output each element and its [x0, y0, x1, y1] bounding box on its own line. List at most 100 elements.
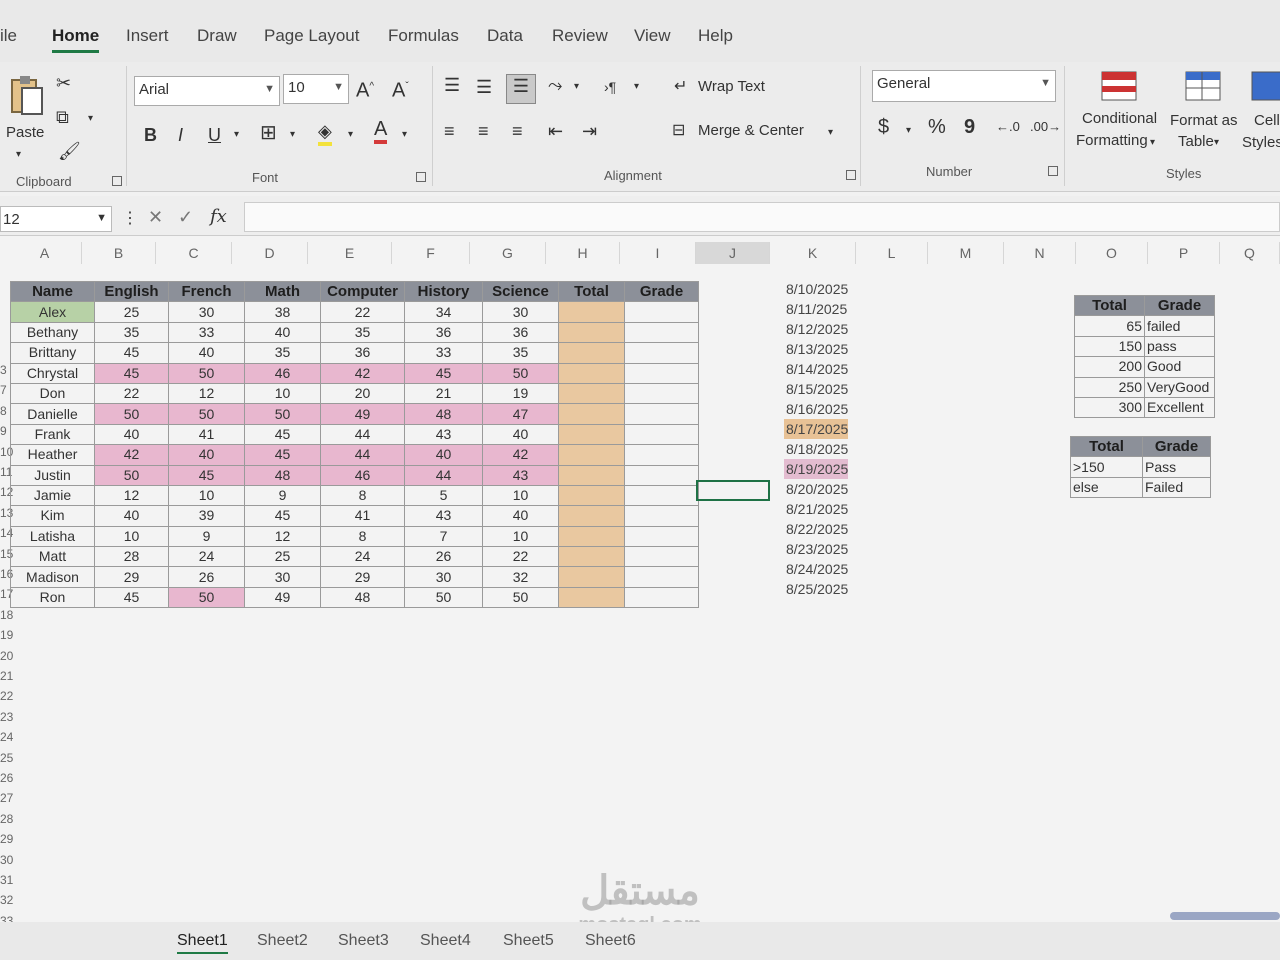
orientation-icon[interactable]: ⤳ — [548, 74, 562, 96]
font-color-icon[interactable]: A — [374, 118, 388, 144]
currency-button[interactable]: $ — [878, 116, 889, 138]
italic-button[interactable]: I — [178, 124, 183, 146]
table-cell[interactable]: 250 — [1074, 376, 1145, 398]
copy-dropdown-icon[interactable]: ▾ — [88, 108, 93, 130]
column-header-e[interactable]: E — [308, 242, 392, 264]
column-header-a[interactable]: A — [8, 242, 82, 264]
table-cell[interactable]: 50 — [94, 464, 169, 486]
table-cell[interactable]: Failed — [1142, 476, 1211, 499]
header-french[interactable]: French — [168, 280, 245, 303]
fill-color-icon[interactable]: ◈ — [318, 120, 332, 146]
table-cell[interactable]: 44 — [404, 464, 483, 486]
column-header-c[interactable]: C — [156, 242, 232, 264]
table-cell[interactable]: 33 — [404, 342, 483, 364]
table-cell[interactable]: 200 — [1074, 356, 1145, 378]
row-header[interactable]: 28 — [0, 809, 18, 829]
table-cell[interactable]: 40 — [482, 423, 559, 446]
table-cell[interactable]: 65 — [1074, 315, 1145, 337]
cancel-icon[interactable]: ✕ — [148, 206, 163, 228]
table-cell[interactable]: 40 — [94, 423, 169, 446]
student-name-cell[interactable]: Frank — [10, 423, 95, 446]
table-cell[interactable]: 45 — [94, 342, 169, 364]
table-cell[interactable] — [558, 464, 625, 486]
sheet-tab-3[interactable]: Sheet3 — [338, 932, 389, 950]
student-name-cell[interactable]: Matt — [10, 546, 95, 568]
table-cell[interactable]: 50 — [482, 362, 559, 384]
table-cell[interactable]: 21 — [404, 382, 483, 405]
decrease-indent-icon[interactable]: ⇤ — [548, 120, 563, 142]
table-cell[interactable]: 48 — [244, 464, 321, 486]
font-launcher-icon[interactable] — [416, 172, 426, 182]
row-header[interactable]: 21 — [0, 666, 18, 686]
table-cell[interactable]: 45 — [404, 362, 483, 384]
table-cell[interactable]: 35 — [244, 342, 321, 364]
table-cell[interactable]: 43 — [404, 423, 483, 446]
name-box[interactable]: 12 ▼ — [0, 206, 112, 232]
student-name-cell[interactable]: Heather — [10, 444, 95, 466]
table-cell[interactable] — [624, 362, 699, 384]
table-cell[interactable]: 41 — [320, 505, 405, 527]
table-cell[interactable]: 41 — [168, 423, 245, 446]
table-cell[interactable]: 25 — [94, 301, 169, 323]
conditional-formatting-label-2[interactable]: Formatting — [1076, 132, 1148, 149]
row-header[interactable]: 30 — [0, 850, 18, 870]
table-cell[interactable]: 40 — [244, 321, 321, 344]
table-cell[interactable]: 45 — [244, 444, 321, 466]
clipboard-launcher-icon[interactable] — [112, 176, 122, 186]
tab-draw[interactable]: Draw — [197, 26, 237, 46]
table-cell[interactable]: 45 — [94, 362, 169, 384]
column-header-d[interactable]: D — [232, 242, 308, 264]
table-cell[interactable]: 29 — [94, 566, 169, 588]
student-name-cell[interactable]: Justin — [10, 464, 95, 486]
table-cell[interactable]: 30 — [482, 301, 559, 323]
decrease-font-size-icon[interactable]: Aˇ — [392, 76, 409, 102]
fill-color-dropdown-icon[interactable]: ▾ — [348, 124, 353, 146]
merge-center-button[interactable]: Merge & Center — [698, 122, 804, 139]
table-cell[interactable]: 45 — [168, 464, 245, 486]
table-cell[interactable]: 7 — [404, 525, 483, 548]
underline-button[interactable]: U — [208, 124, 221, 146]
font-color-dropdown-icon[interactable]: ▾ — [402, 124, 407, 146]
header-science[interactable]: Science — [482, 280, 559, 303]
table-cell[interactable]: 33 — [168, 321, 245, 344]
table-cell[interactable]: 10 — [482, 525, 559, 548]
column-header-g[interactable]: G — [470, 242, 546, 264]
student-name-cell[interactable]: Bethany — [10, 321, 95, 344]
cut-icon[interactable]: ✂ — [56, 72, 71, 94]
table-cell[interactable] — [558, 362, 625, 384]
sheet-tab-5[interactable]: Sheet5 — [503, 932, 554, 950]
student-name-cell[interactable]: Don — [10, 382, 95, 405]
column-header-n[interactable]: N — [1004, 242, 1076, 264]
table-cell[interactable]: 42 — [320, 362, 405, 384]
header-grade[interactable]: Grade — [624, 280, 699, 303]
date-cell[interactable]: 8/20/2025 — [784, 479, 848, 499]
table-cell[interactable]: 8 — [320, 525, 405, 548]
table-cell[interactable]: 9 — [244, 484, 321, 507]
table-cell[interactable] — [624, 301, 699, 323]
column-header-q[interactable]: Q — [1220, 242, 1280, 264]
column-header-o[interactable]: O — [1076, 242, 1148, 264]
table-cell[interactable]: 9 — [168, 525, 245, 548]
table-cell[interactable]: 12 — [168, 382, 245, 405]
row-header[interactable]: 23 — [0, 707, 18, 727]
table-cell[interactable]: 10 — [168, 484, 245, 507]
sheet-tab-6[interactable]: Sheet6 — [585, 932, 636, 950]
column-header-k[interactable]: K — [770, 242, 856, 264]
table-cell[interactable]: 38 — [244, 301, 321, 323]
align-middle-icon[interactable]: ☰ — [476, 76, 492, 98]
more-options-icon[interactable]: ⋮ — [122, 208, 138, 230]
currency-dropdown-icon[interactable]: ▾ — [906, 120, 911, 142]
sheet-tab-4[interactable]: Sheet4 — [420, 932, 471, 950]
table-cell[interactable] — [558, 586, 625, 609]
table-cell[interactable] — [558, 403, 625, 425]
row-header[interactable]: 20 — [0, 646, 18, 666]
header-name[interactable]: Name — [10, 280, 95, 303]
orientation-dropdown-icon[interactable]: ▾ — [574, 76, 579, 98]
copy-icon[interactable]: ⧉ — [56, 106, 69, 128]
row-header[interactable]: 31 — [0, 870, 18, 890]
date-cell[interactable]: 8/12/2025 — [784, 319, 848, 339]
table-cell[interactable]: 29 — [320, 566, 405, 588]
format-as-table-label-1[interactable]: Format as — [1170, 112, 1238, 129]
table-cell[interactable]: 50 — [404, 586, 483, 609]
student-name-cell[interactable]: Danielle — [10, 403, 95, 425]
